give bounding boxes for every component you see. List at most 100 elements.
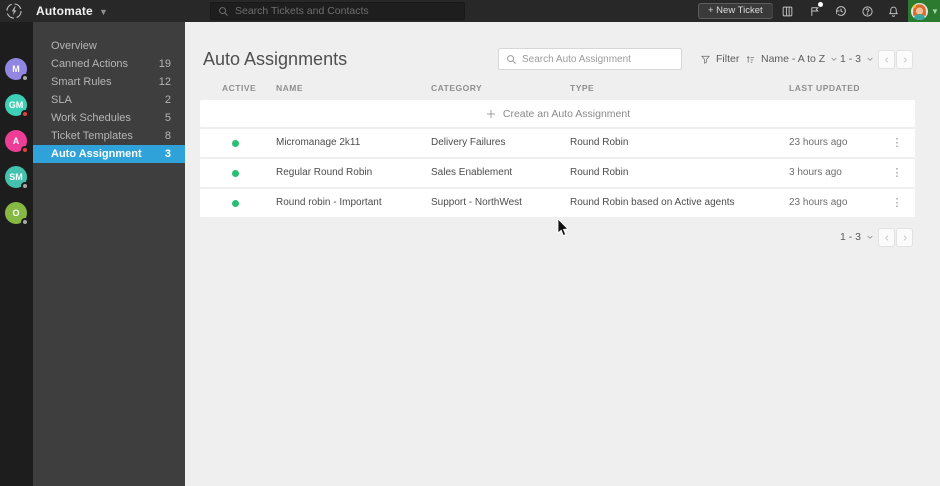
- chevron-down-icon: ▼: [931, 6, 939, 16]
- sidebar-item-label: Auto Assignment: [51, 148, 142, 160]
- sidebar-item-label: SLA: [51, 94, 72, 106]
- table-row[interactable]: Regular Round Robin Sales Enablement Rou…: [200, 159, 915, 187]
- page-range-label: 1 - 3: [840, 53, 862, 65]
- cell-last-updated: 23 hours ago: [789, 137, 848, 148]
- sidebar: Overview Canned Actions 19 Smart Rules 1…: [33, 22, 185, 486]
- active-indicator: [232, 170, 239, 177]
- table-row[interactable]: Round robin - Important Support - NorthW…: [200, 189, 915, 217]
- topbar-divider: [772, 4, 773, 18]
- funnel-icon: [700, 55, 711, 64]
- next-page-button[interactable]: [896, 50, 913, 69]
- workspace-avatar[interactable]: GM: [5, 94, 29, 118]
- auto-assignment-search-input[interactable]: [522, 53, 674, 65]
- chevron-down-icon: [867, 235, 873, 239]
- user-menu[interactable]: ▼: [908, 0, 940, 22]
- sidebar-item-label: Ticket Templates: [51, 130, 133, 142]
- top-bar: Automate ▼ + New Ticket ▼: [0, 0, 940, 22]
- sidebar-item-overview[interactable]: Overview: [33, 37, 185, 55]
- workspace-avatar[interactable]: M: [5, 58, 29, 82]
- search-icon: [218, 6, 229, 17]
- auto-assignment-search: [498, 48, 682, 70]
- new-ticket-button[interactable]: + New Ticket: [698, 3, 773, 19]
- chevron-down-icon: [831, 57, 837, 61]
- cell-name: Round robin - Important: [276, 197, 382, 208]
- activity-log-icon[interactable]: [804, 2, 824, 20]
- avatar-initials: SM: [9, 172, 23, 182]
- page-range-dropdown-bottom[interactable]: 1 - 3: [840, 231, 874, 243]
- cell-category: Sales Enablement: [431, 167, 513, 178]
- sidebar-item-count: 8: [164, 130, 171, 142]
- row-menu-icon[interactable]: ⋮: [889, 189, 905, 217]
- row-menu-icon[interactable]: ⋮: [889, 159, 905, 187]
- chevron-down-icon: [867, 57, 873, 61]
- status-dot: [21, 110, 29, 118]
- cell-category: Delivery Failures: [431, 137, 506, 148]
- cell-type: Round Robin based on Active agents: [570, 197, 735, 208]
- user-avatar: [911, 2, 928, 20]
- chevron-left-icon: [884, 234, 888, 241]
- chevron-right-icon: [903, 56, 907, 63]
- global-search: [210, 2, 465, 20]
- main-content: Auto Assignments Filter Name - A to Z 1 …: [185, 22, 940, 486]
- cell-last-updated: 23 hours ago: [789, 197, 848, 208]
- chevron-left-icon: [884, 56, 888, 63]
- create-row-label: Create an Auto Assignment: [502, 107, 631, 120]
- search-icon: [506, 54, 517, 65]
- sidebar-item-count: 19: [158, 58, 171, 70]
- row-menu-icon[interactable]: ⋮: [889, 129, 905, 157]
- sidebar-item-work-schedules[interactable]: Work Schedules 5: [33, 109, 185, 127]
- sidebar-item-canned-actions[interactable]: Canned Actions 19: [33, 55, 185, 73]
- column-header-category: CATEGORY: [431, 83, 483, 93]
- sidebar-item-smart-rules[interactable]: Smart Rules 12: [33, 73, 185, 91]
- column-header-last-updated: LAST UPDATED: [789, 83, 861, 93]
- avatar-initials: GM: [8, 100, 24, 110]
- bell-icon[interactable]: [883, 2, 903, 20]
- sort-dropdown[interactable]: Name - A to Z: [745, 53, 838, 65]
- workspace-avatar[interactable]: O: [5, 202, 29, 226]
- sidebar-item-ticket-templates[interactable]: Ticket Templates 8: [33, 127, 185, 145]
- automate-logo-icon[interactable]: [4, 1, 24, 21]
- avatar-initials: O: [12, 208, 20, 218]
- status-dot: [21, 218, 29, 226]
- cell-category: Support - NorthWest: [431, 197, 522, 208]
- column-header-active: ACTIVE: [222, 83, 257, 93]
- sort-label: Name - A to Z: [761, 53, 826, 65]
- status-dot: [21, 182, 29, 190]
- avatar-initials: M: [12, 64, 20, 74]
- sidebar-item-label: Canned Actions: [51, 58, 129, 70]
- avatar-initials: A: [12, 136, 20, 146]
- history-icon[interactable]: [831, 2, 851, 20]
- sidebar-item-auto-assignment[interactable]: Auto Assignment 3: [33, 145, 185, 163]
- workspace-avatar[interactable]: SM: [5, 166, 29, 190]
- next-page-button-bottom[interactable]: [896, 228, 913, 247]
- create-auto-assignment-button[interactable]: Create an Auto Assignment: [200, 100, 915, 127]
- page-range-dropdown[interactable]: 1 - 3: [840, 53, 874, 65]
- filter-button[interactable]: Filter: [700, 53, 739, 65]
- workspace-avatar[interactable]: A: [5, 130, 29, 154]
- prev-page-button[interactable]: [878, 50, 895, 69]
- chevron-right-icon: [903, 234, 907, 241]
- notification-dot: [818, 2, 823, 7]
- app-switcher[interactable]: Automate ▼: [36, 4, 108, 18]
- kanban-board-icon[interactable]: [777, 2, 797, 20]
- filter-label: Filter: [716, 53, 740, 65]
- help-icon[interactable]: [857, 2, 877, 20]
- status-dot: [21, 146, 29, 154]
- sidebar-item-label: Work Schedules: [51, 112, 131, 124]
- plus-icon: [486, 109, 495, 118]
- workspace-rail: M GM A SM O: [0, 22, 33, 486]
- sidebar-item-sla[interactable]: SLA 2: [33, 91, 185, 109]
- user-status-dot: [912, 3, 916, 8]
- table-row[interactable]: Micromanage 2k11 Delivery Failures Round…: [200, 129, 915, 157]
- global-search-input[interactable]: [235, 5, 457, 17]
- active-indicator: [232, 140, 239, 147]
- chevron-down-icon: ▼: [98, 7, 109, 17]
- cell-name: Regular Round Robin: [276, 167, 373, 178]
- prev-page-button-bottom[interactable]: [878, 228, 895, 247]
- sidebar-item-count: 2: [164, 94, 171, 106]
- sidebar-item-label: Smart Rules: [51, 76, 112, 88]
- page-title: Auto Assignments: [203, 49, 348, 69]
- sidebar-item-count: 3: [164, 148, 171, 160]
- column-header-type: TYPE: [570, 83, 595, 93]
- sidebar-item-count: 12: [158, 76, 171, 88]
